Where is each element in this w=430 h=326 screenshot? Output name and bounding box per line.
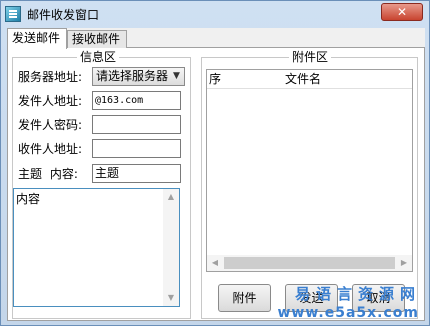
server-label: 服务器地址: xyxy=(18,70,83,84)
content-scrollbar[interactable]: ▲ ▼ xyxy=(163,189,179,306)
attachment-list-header: 序 文件名 xyxy=(207,70,412,89)
sender-password-input[interactable] xyxy=(92,115,181,134)
info-group: 信息区 服务器地址: 请选择服务器 ▼ 发件人地址: @163.com 发件人密… xyxy=(12,50,191,319)
mail-window: 邮件收发窗口 ✕ 发送邮件 接收邮件 信息区 服务器地址: 请选择服务器 ▼ 发… xyxy=(0,0,430,326)
scroll-left-icon[interactable]: ◀ xyxy=(207,255,223,271)
tab-receive-mail[interactable]: 接收邮件 xyxy=(67,30,127,48)
send-mail-panel: 信息区 服务器地址: 请选择服务器 ▼ 发件人地址: @163.com 发件人密… xyxy=(7,48,425,321)
subject-input[interactable]: 主题 xyxy=(92,164,181,183)
content-textarea[interactable]: 内容 ▲ ▼ xyxy=(13,188,180,307)
title-bar[interactable]: 邮件收发窗口 ✕ xyxy=(1,1,429,28)
subject-label: 主题 内容: xyxy=(18,167,78,181)
watermark-line2: www.e5a5x.com xyxy=(277,305,419,321)
attachment-list[interactable]: 序 文件名 ◀ ▶ xyxy=(206,69,413,272)
info-group-title: 信息区 xyxy=(77,50,120,64)
scroll-right-icon[interactable]: ▶ xyxy=(396,255,412,271)
client-area: 发送邮件 接收邮件 信息区 服务器地址: 请选择服务器 ▼ 发件人地址: @16… xyxy=(7,28,425,321)
app-icon xyxy=(5,6,21,22)
attach-button[interactable]: 附件 xyxy=(218,284,271,312)
scrollbar-thumb[interactable] xyxy=(224,257,395,269)
attachment-group-title: 附件区 xyxy=(289,50,332,64)
tab-bar: 发送邮件 接收邮件 xyxy=(7,28,425,49)
sender-address-input[interactable]: @163.com xyxy=(92,91,181,110)
sender-label: 发件人地址: xyxy=(18,94,83,108)
watermark-logo: 易语言资源网 www.e5a5x.com xyxy=(277,283,427,323)
attachment-group: 附件区 序 文件名 ◀ ▶ 附件 发送 取消 xyxy=(201,50,418,319)
chevron-down-icon: ▼ xyxy=(173,71,180,81)
close-button[interactable]: ✕ xyxy=(381,3,423,21)
column-header-filename[interactable]: 文件名 xyxy=(285,70,321,88)
recipient-address-input[interactable] xyxy=(92,139,181,158)
server-selected-value: 请选择服务器 xyxy=(96,69,169,83)
watermark-line1: 易语言资源网 xyxy=(294,285,421,303)
password-label: 发件人密码: xyxy=(18,118,83,132)
scroll-up-icon[interactable]: ▲ xyxy=(163,189,179,205)
content-text: 内容 xyxy=(16,192,41,206)
column-header-index[interactable]: 序 xyxy=(209,70,221,88)
recipient-label: 收件人地址: xyxy=(18,142,83,156)
window-title: 邮件收发窗口 xyxy=(27,8,100,22)
server-select[interactable]: 请选择服务器 ▼ xyxy=(92,67,185,86)
attachment-hscrollbar[interactable]: ◀ ▶ xyxy=(207,255,412,271)
tab-send-mail[interactable]: 发送邮件 xyxy=(7,28,67,49)
scroll-down-icon[interactable]: ▼ xyxy=(163,290,179,306)
